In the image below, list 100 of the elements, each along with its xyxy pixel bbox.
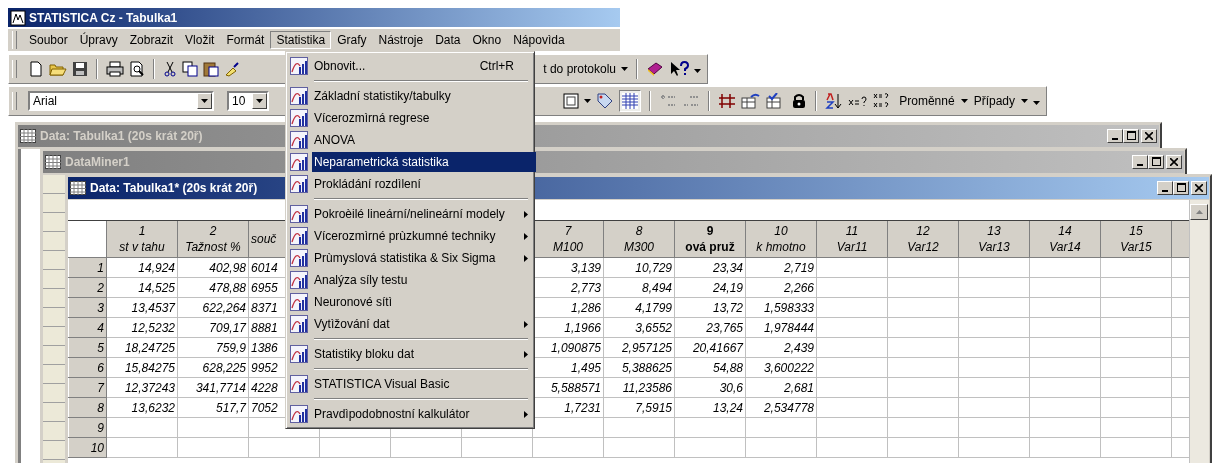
paste-icon[interactable] [203,61,219,77]
chart-icon [290,293,308,311]
menu-item[interactable]: Nástroje [372,31,430,49]
tag-icon[interactable] [596,92,615,110]
printer-icon[interactable] [106,61,124,77]
table-cell: 12,37243 [106,377,178,398]
close-button[interactable] [1166,155,1182,169]
lock-icon[interactable] [791,93,808,109]
column-header[interactable]: 14 Var14 [1029,220,1101,258]
scissors-icon[interactable] [163,61,177,77]
menu-item[interactable]: Statistika [270,31,332,49]
column-header[interactable]: 13 Var13 [958,220,1030,258]
brush-icon[interactable] [224,61,240,77]
minimize-button[interactable] [1157,181,1173,195]
maximize-button[interactable] [1123,129,1139,143]
row-header[interactable]: 2 [68,277,107,298]
maximize-icon [1176,183,1186,192]
chart-icon [290,205,308,223]
table-cell: 13,24 [674,397,746,418]
row-header[interactable]: 9 [68,417,107,438]
caret-icon[interactable] [960,99,968,103]
output-label[interactable]: t do protokolu [543,62,616,76]
font-size-combo[interactable]: 10 [227,91,269,111]
table-arrow-icon[interactable] [741,93,762,109]
chart-icon [290,131,308,149]
dropdown-button[interactable] [252,93,267,109]
help-pointer-icon[interactable] [669,61,689,77]
column-header[interactable]: 2 Tažnost % [177,220,249,258]
table-cell: 23,765 [674,317,746,338]
table-cell: 13,6232 [106,397,178,418]
close-icon [1170,158,1178,166]
table-cell: 402,98 [177,257,249,278]
caret-icon[interactable] [584,99,592,103]
dropdown-button[interactable] [197,93,212,109]
maximize-button[interactable] [1173,181,1189,195]
book-icon[interactable] [646,61,664,77]
column-header[interactable]: 1 st v tahu [106,220,178,258]
row-header[interactable]: 1 [68,257,107,278]
sort-icon[interactable] [825,92,844,110]
row-header[interactable]: 8 [68,397,107,418]
window-title: DataMiner1 [65,155,130,169]
chart-icon [290,57,308,75]
menu-item[interactable]: Formát [220,31,271,49]
cases-button[interactable]: Případy [972,94,1016,108]
grid-icon[interactable] [619,90,642,112]
column-header[interactable]: 8 M300 [603,220,675,258]
menu-item[interactable]: Základní statistiky/tabulky [288,85,532,107]
menu-item[interactable]: Zobrazit [123,31,180,49]
menu-item[interactable]: Úpravy [73,31,124,49]
column-header[interactable]: 12 Var12 [887,220,959,258]
crop-icon[interactable] [718,93,737,109]
variables-button[interactable]: Proměnné [898,94,956,108]
menu-item[interactable]: Grafy [331,31,373,49]
save-icon[interactable] [72,61,88,77]
close-button[interactable] [1141,129,1157,143]
close-icon [1145,132,1153,140]
row-header[interactable]: 5 [68,337,107,358]
close-button[interactable] [1191,181,1207,195]
font-combo[interactable]: Arial [28,91,214,111]
open-folder-icon[interactable] [49,61,67,77]
menu-item[interactable]: Pokroèilé lineární/nelineární modely [288,203,532,225]
table-cell: 8,494 [603,277,675,298]
menu-item[interactable]: Data [429,31,467,49]
maximize-button[interactable] [1148,155,1164,169]
caret-icon[interactable] [621,67,628,71]
row-header[interactable]: 10 [68,437,107,458]
chart-icon [290,271,308,289]
scrollbar[interactable] [1189,200,1209,463]
menu-item[interactable]: Vložit [179,31,221,49]
menu-item[interactable]: Nápovìda [507,31,571,49]
caret-icon[interactable] [1021,99,1028,103]
scroll-up-button[interactable] [1190,204,1209,220]
table-cell: 54,88 [674,357,746,378]
row-header[interactable]: 6 [68,357,107,378]
print-preview-icon[interactable] [129,61,145,77]
window-title: Data: Tabulka1 (20s krát 20ř) [40,129,203,143]
table-cell: 18,24725 [106,337,178,358]
column-header[interactable]: 9 ová pruž [674,220,746,258]
row-header[interactable]: 7 [68,377,107,398]
minimize-button[interactable] [1107,129,1123,143]
column-header[interactable]: 15 Var15 [1100,220,1172,258]
column-header[interactable]: 11 Var11 [816,220,888,258]
text-box-icon[interactable] [563,93,580,109]
table-cell: 12,5232 [106,317,178,338]
chart-icon [290,405,308,423]
row-header[interactable]: 4 [68,317,107,338]
window-title: STATISTICA Cz - Tabulka1 [29,10,178,25]
table-cell: 20,41667 [674,337,746,358]
minimize-button[interactable] [1132,155,1148,169]
menu-item[interactable]: Soubor [23,31,74,49]
table-cell: 341,7714 [177,377,249,398]
formula-icon[interactable] [848,94,869,108]
up-arrow-icon [1195,210,1203,214]
menu-item[interactable]: Vícerozmìrné prùzkumné techniky [288,225,532,247]
menu-item[interactable]: Okno [466,31,508,49]
copy-icon[interactable] [182,61,198,77]
row-header[interactable]: 3 [68,297,107,318]
column-header[interactable]: 10 k hmotno [745,220,817,258]
new-file-icon[interactable] [28,61,44,77]
menu-item[interactable]: Obnovit... Ctrl+R [288,55,532,77]
